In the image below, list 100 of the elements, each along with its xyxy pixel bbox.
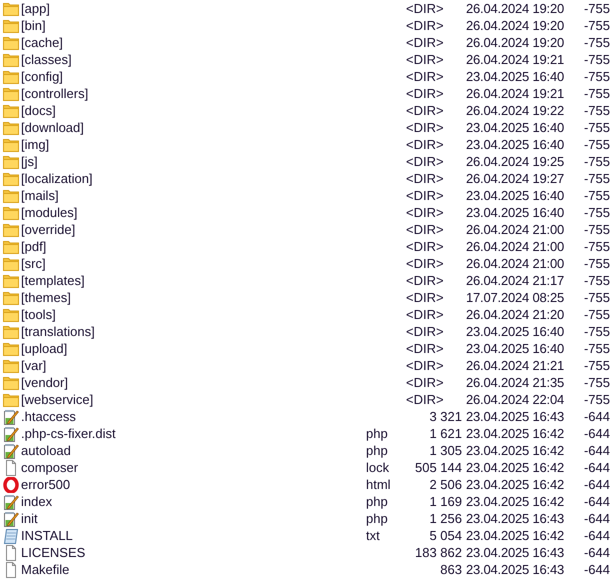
file-size: <DIR> (406, 51, 445, 68)
folder-icon (3, 154, 19, 168)
file-date: 26.04.2024 21:00 (465, 238, 566, 255)
file-date: 26.04.2024 19:27 (465, 170, 566, 187)
file-attributes: -644 (582, 493, 610, 510)
file-date: 23.04.2025 16:42 (465, 493, 566, 510)
file-name[interactable]: [vendor] (21, 374, 366, 391)
file-attributes: -755 (582, 68, 610, 85)
file-date: 23.04.2025 16:43 (465, 561, 566, 578)
file-attributes: -755 (582, 136, 610, 153)
folder-icon (3, 222, 19, 236)
file-name[interactable]: LICENSES (21, 544, 366, 561)
file-attributes: -755 (582, 289, 610, 306)
folder-icon (3, 358, 19, 372)
document-icon (3, 544, 19, 560)
file-extension: php (366, 510, 389, 527)
file-name[interactable]: [js] (21, 153, 366, 170)
file-attributes: -755 (582, 272, 610, 289)
file-name[interactable]: .htaccess (21, 408, 366, 425)
file-date: 26.04.2024 21:21 (465, 357, 566, 374)
file-date: 26.04.2024 22:04 (465, 391, 566, 408)
file-size: 3 321 (428, 408, 462, 425)
file-date: 26.04.2024 19:20 (465, 34, 566, 51)
file-size: <DIR> (406, 340, 445, 357)
file-name[interactable]: .php-cs-fixer.dist (21, 425, 366, 442)
file-size: <DIR> (406, 238, 445, 255)
file-date: 23.04.2025 16:40 (465, 119, 566, 136)
file-attributes: -755 (582, 51, 610, 68)
file-size: 505 144 (414, 459, 462, 476)
file-date: 23.04.2025 16:40 (465, 323, 566, 340)
file-name[interactable]: [cache] (21, 34, 366, 51)
file-size: <DIR> (406, 119, 445, 136)
file-name[interactable]: [docs] (21, 102, 366, 119)
file-name[interactable]: init (21, 510, 366, 527)
folder-icon (3, 274, 19, 288)
file-name[interactable]: autoload (21, 442, 366, 459)
file-date: 26.04.2024 19:20 (465, 17, 566, 34)
file-name[interactable]: index (21, 493, 366, 510)
file-name[interactable]: [mails] (21, 187, 366, 204)
file-name[interactable]: [override] (21, 221, 366, 238)
file-name[interactable]: [app] (21, 0, 366, 17)
file-name[interactable]: composer (21, 459, 366, 476)
notebook-icon (3, 528, 19, 544)
notepad-pencil-icon (3, 408, 19, 424)
file-size: <DIR> (406, 136, 445, 153)
file-date: 23.04.2025 16:42 (465, 442, 566, 459)
file-attributes: -755 (582, 85, 610, 102)
file-date: 26.04.2024 21:20 (465, 306, 566, 323)
folder-icon (3, 2, 19, 16)
folder-icon (3, 104, 19, 118)
file-size: 1 621 (428, 425, 462, 442)
file-date: 23.04.2025 16:40 (465, 136, 566, 153)
file-size: <DIR> (406, 102, 445, 119)
notepad-pencil-icon (3, 442, 19, 458)
folder-icon (3, 120, 19, 134)
file-name[interactable]: [var] (21, 357, 366, 374)
file-date: 26.04.2024 21:00 (465, 221, 566, 238)
file-attributes: -755 (582, 153, 610, 170)
file-name[interactable]: [upload] (21, 340, 366, 357)
file-attributes: -644 (582, 459, 610, 476)
folder-icon (3, 376, 19, 390)
file-date: 23.04.2025 16:42 (465, 527, 566, 544)
file-name[interactable]: [pdf] (21, 238, 366, 255)
file-name[interactable]: [translations] (21, 323, 366, 340)
file-name[interactable]: Makefile (21, 561, 366, 578)
file-attributes: -644 (582, 544, 610, 561)
document-icon (3, 460, 19, 476)
file-attributes: -644 (582, 561, 610, 578)
file-name[interactable]: [localization] (21, 170, 366, 187)
file-size: 1 256 (428, 510, 462, 527)
file-date: 23.04.2025 16:40 (465, 187, 566, 204)
file-name[interactable]: [themes] (21, 289, 366, 306)
file-name[interactable]: [img] (21, 136, 366, 153)
file-extension: php (366, 425, 389, 442)
file-name[interactable]: [controllers] (21, 85, 366, 102)
file-name[interactable]: [src] (21, 255, 366, 272)
file-name[interactable]: [bin] (21, 17, 366, 34)
file-attributes: -755 (582, 306, 610, 323)
file-attributes: -755 (582, 187, 610, 204)
file-attributes: -644 (582, 476, 610, 493)
file-attributes: -644 (582, 510, 610, 527)
file-name[interactable]: INSTALL (21, 527, 366, 544)
file-name[interactable]: [classes] (21, 51, 366, 68)
folder-icon (3, 342, 19, 356)
folder-icon (3, 308, 19, 322)
file-attributes: -755 (582, 340, 610, 357)
file-date: 23.04.2025 16:43 (465, 544, 566, 561)
file-attributes: -755 (582, 391, 610, 408)
file-name[interactable]: [templates] (21, 272, 366, 289)
file-attributes: -755 (582, 374, 610, 391)
folder-icon (3, 172, 19, 186)
file-name[interactable]: [tools] (21, 306, 366, 323)
file-attributes: -755 (582, 221, 610, 238)
file-name[interactable]: [modules] (21, 204, 366, 221)
file-attributes: -644 (582, 425, 610, 442)
file-name[interactable]: error500 (21, 476, 366, 493)
file-name[interactable]: [config] (21, 68, 366, 85)
file-name[interactable]: [webservice] (21, 391, 366, 408)
file-name[interactable]: [download] (21, 119, 366, 136)
file-attributes: -755 (582, 323, 610, 340)
